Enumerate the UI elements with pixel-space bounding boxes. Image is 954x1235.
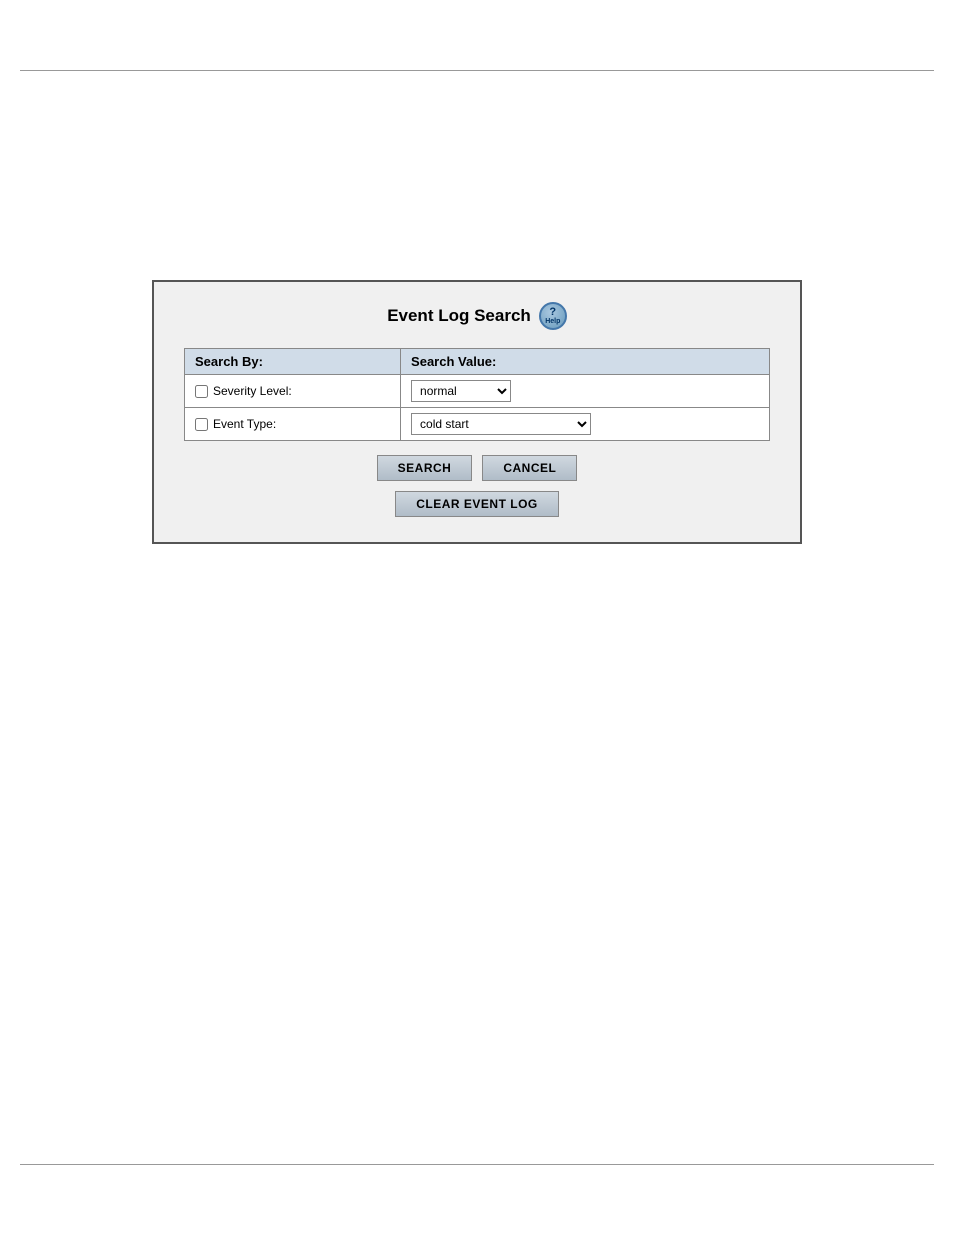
clear-event-log-row: CLEAR EVENT LOG bbox=[184, 491, 770, 517]
search-button[interactable]: SEARCH bbox=[377, 455, 473, 481]
help-question-mark: ? bbox=[549, 307, 556, 318]
event-type-value-cell: cold start warm start link up link down … bbox=[401, 408, 770, 441]
event-log-search-dialog: Event Log Search ? Help Search By: Searc… bbox=[152, 280, 802, 544]
event-type-label-cell: Event Type: bbox=[185, 408, 401, 441]
help-label: Help bbox=[545, 318, 560, 325]
severity-value-cell: normal warning critical bbox=[401, 375, 770, 408]
cancel-button[interactable]: CANCEL bbox=[482, 455, 577, 481]
event-type-label-text: Event Type: bbox=[213, 417, 276, 431]
dialog-title-row: Event Log Search ? Help bbox=[184, 302, 770, 330]
event-type-select[interactable]: cold start warm start link up link down … bbox=[411, 413, 591, 435]
event-type-row: Event Type: cold start warm start link u… bbox=[185, 408, 770, 441]
top-rule bbox=[20, 70, 934, 71]
severity-select[interactable]: normal warning critical bbox=[411, 380, 511, 402]
help-icon-button[interactable]: ? Help bbox=[539, 302, 567, 330]
severity-checkbox[interactable] bbox=[195, 385, 208, 398]
severity-label-cell: Severity Level: bbox=[185, 375, 401, 408]
page-content: Event Log Search ? Help Search By: Searc… bbox=[20, 80, 934, 1155]
severity-label-text: Severity Level: bbox=[213, 384, 292, 398]
event-type-checkbox-label[interactable]: Event Type: bbox=[195, 417, 390, 431]
search-cancel-buttons-row: SEARCH CANCEL bbox=[184, 455, 770, 481]
bottom-rule bbox=[20, 1164, 934, 1165]
search-table: Search By: Search Value: Severity Level:… bbox=[184, 348, 770, 441]
severity-row: Severity Level: normal warning critical bbox=[185, 375, 770, 408]
event-type-checkbox[interactable] bbox=[195, 418, 208, 431]
dialog-title: Event Log Search bbox=[387, 306, 531, 326]
severity-checkbox-label[interactable]: Severity Level: bbox=[195, 384, 390, 398]
col1-header: Search By: bbox=[185, 349, 401, 375]
col2-header: Search Value: bbox=[401, 349, 770, 375]
clear-event-log-button[interactable]: CLEAR EVENT LOG bbox=[395, 491, 559, 517]
